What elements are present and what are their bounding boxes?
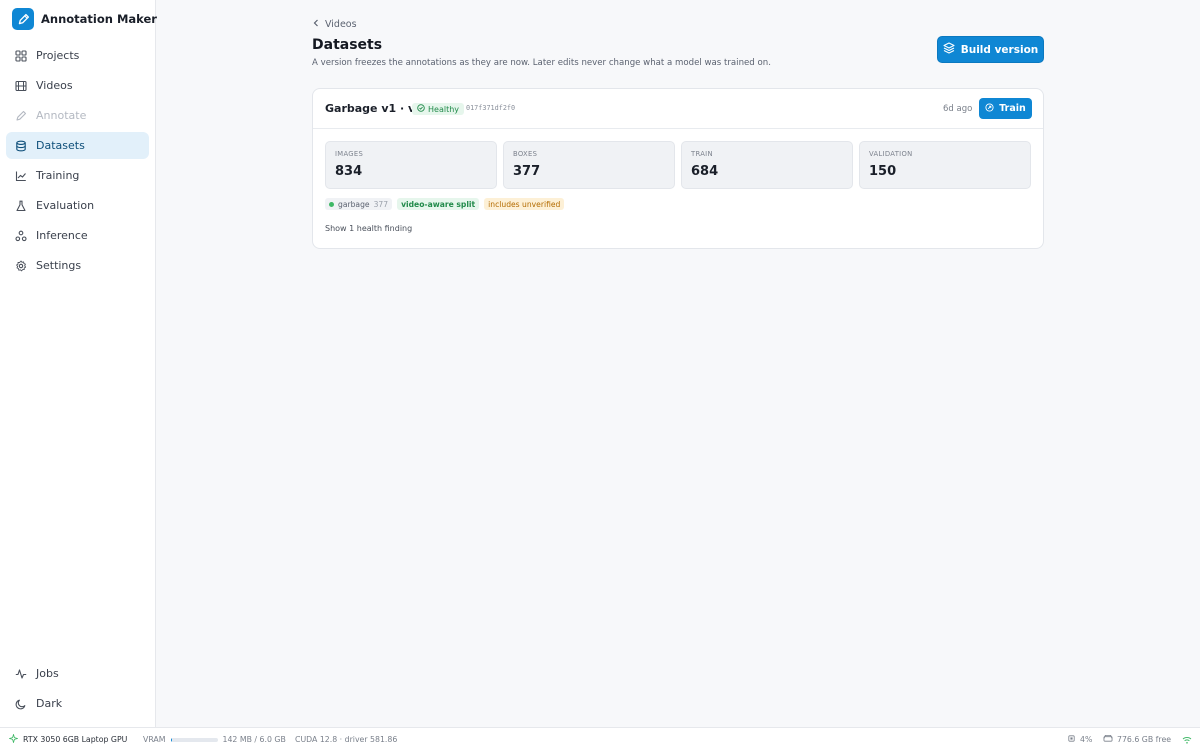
wifi-icon [1182, 728, 1192, 750]
card-header: Garbage v1 · v1 Healthy 017f371df2f0 6d … [313, 89, 1043, 129]
sidebar-item-label: Training [36, 169, 80, 182]
build-version-label: Build version [960, 43, 1039, 56]
flask-icon [14, 199, 27, 212]
version-hash: 017f371df2f0 [466, 104, 516, 112]
hard-drive-icon [1103, 734, 1113, 745]
class-name: garbage [338, 199, 370, 209]
back-link-label: Videos [325, 18, 357, 30]
sidebar-item-evaluation[interactable]: Evaluation [6, 192, 149, 219]
vram-progress-bar [170, 737, 218, 742]
created-age: 6d ago [943, 104, 973, 114]
pen-icon [14, 109, 27, 122]
class-count: 377 [373, 199, 389, 209]
sidebar-item-label: Settings [36, 259, 82, 272]
vram-progress-fill [170, 737, 172, 742]
app-name: Annotation Maker [41, 12, 157, 26]
cuda-version: CUDA 12.8 · driver 581.86 [295, 735, 398, 744]
page-title: Datasets [312, 37, 383, 53]
cpu-value: 4% [1080, 735, 1093, 744]
sidebar-item-label: Inference [36, 229, 88, 242]
brand[interactable]: Annotation Maker [12, 8, 157, 30]
cpu-icon [1067, 734, 1076, 745]
stat-boxes: BOXES 377 [503, 141, 675, 189]
health-badge: Healthy [412, 103, 465, 115]
health-label: Healthy [428, 104, 460, 114]
stat-value: 834 [335, 164, 363, 179]
app-logo-icon [12, 8, 34, 30]
page-subtitle: A version freezes the annotations as the… [312, 58, 771, 68]
sidebar-item-label: Annotate [36, 109, 87, 122]
stat-images: IMAGES 834 [325, 141, 497, 189]
gear-icon [14, 259, 27, 272]
sidebar-item-label: Videos [36, 79, 73, 92]
database-icon [14, 139, 27, 152]
nodes-icon [14, 229, 27, 242]
sidebar-item-inference[interactable]: Inference [6, 222, 149, 249]
sidebar: Annotation Maker Projects Videos Annotat… [0, 0, 157, 727]
disk-status: 776.6 GB free [1103, 728, 1171, 750]
sidebar-item-datasets[interactable]: Datasets [6, 132, 149, 159]
sidebar-item-label: Datasets [36, 139, 85, 152]
chart-line-icon [14, 169, 27, 182]
vram-label: VRAM [143, 735, 166, 744]
stat-value: 150 [869, 164, 897, 179]
sidebar-item-label: Jobs [36, 667, 59, 680]
chevron-left-icon [313, 19, 319, 30]
dataset-tags: garbage 377 video-aware split includes u… [325, 198, 569, 210]
train-button[interactable]: Train [979, 98, 1032, 119]
layers-icon [943, 42, 955, 57]
gpu-status: RTX 3050 6GB Laptop GPU [9, 728, 127, 750]
sidebar-item-jobs[interactable]: Jobs [6, 660, 149, 687]
stat-label: BOXES [513, 150, 538, 158]
disk-free: 776.6 GB free [1117, 735, 1172, 744]
train-label: Train [999, 103, 1026, 114]
stat-value: 684 [691, 164, 719, 179]
dataset-version-name: Garbage v1 · v1 [325, 102, 423, 115]
film-icon [14, 79, 27, 92]
stat-label: VALIDATION [869, 150, 913, 158]
sidebar-item-projects[interactable]: Projects [6, 42, 149, 69]
theme-toggle-label: Dark [36, 697, 63, 710]
dataset-version-card: Garbage v1 · v1 Healthy 017f371df2f0 6d … [312, 88, 1044, 249]
sidebar-item-label: Evaluation [36, 199, 95, 212]
class-color-dot [329, 201, 334, 207]
theme-toggle[interactable]: Dark [6, 690, 149, 717]
vram-status: VRAM 142 MB / 6.0 GB [143, 728, 286, 750]
activity-icon [14, 667, 27, 680]
split-tag: video-aware split [397, 198, 480, 210]
status-bar: RTX 3050 6GB Laptop GPU VRAM 142 MB / 6.… [0, 727, 1200, 750]
sidebar-item-videos[interactable]: Videos [6, 72, 149, 99]
gpu-name: RTX 3050 6GB Laptop GPU [23, 735, 128, 744]
vram-value: 142 MB / 6.0 GB [222, 735, 286, 744]
grid-icon [14, 49, 27, 62]
show-health-findings-link[interactable]: Show 1 health finding [325, 224, 412, 233]
stat-value: 377 [513, 164, 541, 179]
build-version-button[interactable]: Build version [937, 36, 1044, 63]
cpu-status: 4% [1067, 728, 1092, 750]
unverified-tag: includes unverified [484, 198, 565, 210]
stat-validation: VALIDATION 150 [859, 141, 1031, 189]
sidebar-item-label: Projects [36, 49, 80, 62]
stat-label: IMAGES [335, 150, 364, 158]
sidebar-item-training[interactable]: Training [6, 162, 149, 189]
check-circle-icon [417, 104, 425, 114]
moon-icon [14, 697, 27, 710]
class-tag: garbage 377 [325, 198, 393, 210]
sidebar-item-settings[interactable]: Settings [6, 252, 149, 279]
bolt-icon [9, 734, 18, 745]
back-link[interactable]: Videos [313, 17, 357, 31]
sidebar-item-annotate[interactable]: Annotate [6, 102, 149, 129]
stat-train: TRAIN 684 [681, 141, 853, 189]
rocket-icon [985, 102, 994, 115]
stat-label: TRAIN [691, 150, 713, 158]
